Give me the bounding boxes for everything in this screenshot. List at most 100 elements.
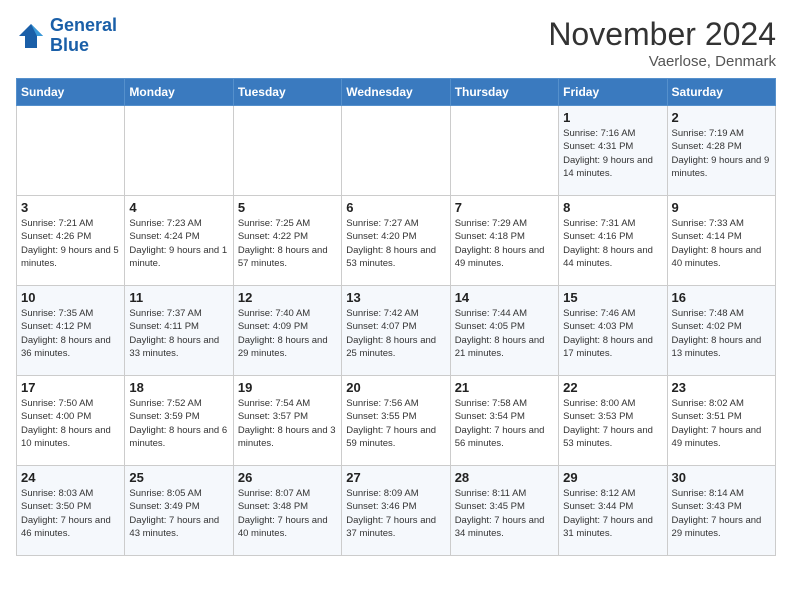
- calendar-cell: 19 Sunrise: 7:54 AM Sunset: 3:57 PM Dayli…: [233, 376, 341, 466]
- weekday-header-friday: Friday: [559, 79, 667, 106]
- calendar-cell: 17Sunrise: 7:50 AM Sunset: 4:00 PM Dayli…: [17, 376, 125, 466]
- day-number: 24: [21, 470, 120, 485]
- day-number: 27: [346, 470, 445, 485]
- day-info: Sunrise: 8:11 AM Sunset: 3:45 PM Dayligh…: [455, 487, 554, 540]
- day-info: Sunrise: 8:05 AM Sunset: 3:49 PM Dayligh…: [129, 487, 228, 540]
- weekday-header-wednesday: Wednesday: [342, 79, 450, 106]
- day-number: 9: [672, 200, 771, 215]
- day-number: 30: [672, 470, 771, 485]
- calendar-cell: 27 Sunrise: 8:09 AM Sunset: 3:46 PM Dayli…: [342, 466, 450, 556]
- logo-text: General Blue: [50, 16, 117, 56]
- calendar-cell: 8 Sunrise: 7:31 AM Sunset: 4:16 PM Daylig…: [559, 196, 667, 286]
- calendar-cell: 10 Sunrise: 7:35 AM Sunset: 4:12 PM Dayli…: [17, 286, 125, 376]
- day-number: 5: [238, 200, 337, 215]
- day-info: Sunrise: 7:40 AM Sunset: 4:09 PM Dayligh…: [238, 307, 337, 360]
- day-number: 19: [238, 380, 337, 395]
- week-row-5: 24 Sunrise: 8:03 AM Sunset: 3:50 PM Dayli…: [17, 466, 776, 556]
- day-info: Sunrise: 7:46 AM Sunset: 4:03 PM Dayligh…: [563, 307, 662, 360]
- logo-line1: General: [50, 16, 117, 36]
- day-info: Sunrise: 7:16 AM Sunset: 4:31 PM Dayligh…: [563, 127, 662, 180]
- calendar-cell: 12 Sunrise: 7:40 AM Sunset: 4:09 PM Dayli…: [233, 286, 341, 376]
- calendar-cell: 23Sunrise: 8:02 AM Sunset: 3:51 PM Dayli…: [667, 376, 775, 466]
- calendar-cell: 24 Sunrise: 8:03 AM Sunset: 3:50 PM Dayli…: [17, 466, 125, 556]
- weekday-header-sunday: Sunday: [17, 79, 125, 106]
- day-info: Sunrise: 8:09 AM Sunset: 3:46 PM Dayligh…: [346, 487, 445, 540]
- weekday-header-row: SundayMondayTuesdayWednesdayThursdayFrid…: [17, 79, 776, 106]
- weekday-header-saturday: Saturday: [667, 79, 775, 106]
- calendar-table: SundayMondayTuesdayWednesdayThursdayFrid…: [16, 78, 776, 556]
- day-info: Sunrise: 7:31 AM Sunset: 4:16 PM Dayligh…: [563, 217, 662, 270]
- calendar-cell: 13 Sunrise: 7:42 AM Sunset: 4:07 PM Dayli…: [342, 286, 450, 376]
- day-number: 10: [21, 290, 120, 305]
- day-number: 4: [129, 200, 228, 215]
- title-section: November 2024 Vaerlose, Denmark: [548, 16, 776, 70]
- calendar-cell: 14Sunrise: 7:44 AM Sunset: 4:05 PM Dayli…: [450, 286, 558, 376]
- day-number: 16: [672, 290, 771, 305]
- day-number: 22: [563, 380, 662, 395]
- day-number: 20: [346, 380, 445, 395]
- day-number: 29: [563, 470, 662, 485]
- day-info: Sunrise: 8:03 AM Sunset: 3:50 PM Dayligh…: [21, 487, 120, 540]
- calendar-cell: 18 Sunrise: 7:52 AM Sunset: 3:59 PM Dayli…: [125, 376, 233, 466]
- day-number: 26: [238, 470, 337, 485]
- calendar-cell: 7 Sunrise: 7:29 AM Sunset: 4:18 PM Daylig…: [450, 196, 558, 286]
- weekday-header-thursday: Thursday: [450, 79, 558, 106]
- calendar-cell: [450, 106, 558, 196]
- logo-icon: [16, 21, 46, 51]
- day-info: Sunrise: 7:23 AM Sunset: 4:24 PM Dayligh…: [129, 217, 228, 270]
- day-number: 21: [455, 380, 554, 395]
- calendar-cell: 25 Sunrise: 8:05 AM Sunset: 3:49 PM Dayli…: [125, 466, 233, 556]
- week-row-2: 3Sunrise: 7:21 AM Sunset: 4:26 PM Daylig…: [17, 196, 776, 286]
- day-info: Sunrise: 7:48 AM Sunset: 4:02 PM Dayligh…: [672, 307, 771, 360]
- day-number: 13: [346, 290, 445, 305]
- day-info: Sunrise: 8:02 AM Sunset: 3:51 PM Dayligh…: [672, 397, 771, 450]
- weekday-header-tuesday: Tuesday: [233, 79, 341, 106]
- calendar-cell: 2 Sunrise: 7:19 AM Sunset: 4:28 PM Daylig…: [667, 106, 775, 196]
- calendar-cell: 3Sunrise: 7:21 AM Sunset: 4:26 PM Daylig…: [17, 196, 125, 286]
- day-info: Sunrise: 7:52 AM Sunset: 3:59 PM Dayligh…: [129, 397, 228, 450]
- day-number: 18: [129, 380, 228, 395]
- calendar-cell: 20 Sunrise: 7:56 AM Sunset: 3:55 PM Dayli…: [342, 376, 450, 466]
- calendar-cell: 11Sunrise: 7:37 AM Sunset: 4:11 PM Dayli…: [125, 286, 233, 376]
- day-info: Sunrise: 7:37 AM Sunset: 4:11 PM Dayligh…: [129, 307, 228, 360]
- day-number: 8: [563, 200, 662, 215]
- day-number: 12: [238, 290, 337, 305]
- calendar-cell: 6 Sunrise: 7:27 AM Sunset: 4:20 PM Daylig…: [342, 196, 450, 286]
- calendar-cell: [233, 106, 341, 196]
- day-info: Sunrise: 7:42 AM Sunset: 4:07 PM Dayligh…: [346, 307, 445, 360]
- calendar-cell: 29 Sunrise: 8:12 AM Sunset: 3:44 PM Dayli…: [559, 466, 667, 556]
- day-number: 6: [346, 200, 445, 215]
- week-row-1: 1 Sunrise: 7:16 AM Sunset: 4:31 PM Daylig…: [17, 106, 776, 196]
- logo: General Blue: [16, 16, 117, 56]
- day-number: 28: [455, 470, 554, 485]
- day-number: 25: [129, 470, 228, 485]
- calendar-cell: 26 Sunrise: 8:07 AM Sunset: 3:48 PM Dayli…: [233, 466, 341, 556]
- week-row-4: 17Sunrise: 7:50 AM Sunset: 4:00 PM Dayli…: [17, 376, 776, 466]
- calendar-cell: 30 Sunrise: 8:14 AM Sunset: 3:43 PM Dayli…: [667, 466, 775, 556]
- day-number: 15: [563, 290, 662, 305]
- day-info: Sunrise: 7:56 AM Sunset: 3:55 PM Dayligh…: [346, 397, 445, 450]
- day-info: Sunrise: 7:33 AM Sunset: 4:14 PM Dayligh…: [672, 217, 771, 270]
- day-number: 1: [563, 110, 662, 125]
- header: General Blue November 2024 Vaerlose, Den…: [16, 16, 776, 70]
- day-number: 3: [21, 200, 120, 215]
- day-info: Sunrise: 8:12 AM Sunset: 3:44 PM Dayligh…: [563, 487, 662, 540]
- day-info: Sunrise: 7:35 AM Sunset: 4:12 PM Dayligh…: [21, 307, 120, 360]
- calendar-cell: 5Sunrise: 7:25 AM Sunset: 4:22 PM Daylig…: [233, 196, 341, 286]
- day-number: 2: [672, 110, 771, 125]
- day-info: Sunrise: 7:58 AM Sunset: 3:54 PM Dayligh…: [455, 397, 554, 450]
- calendar-cell: [342, 106, 450, 196]
- week-row-3: 10 Sunrise: 7:35 AM Sunset: 4:12 PM Dayli…: [17, 286, 776, 376]
- day-info: Sunrise: 7:29 AM Sunset: 4:18 PM Dayligh…: [455, 217, 554, 270]
- day-info: Sunrise: 7:54 AM Sunset: 3:57 PM Dayligh…: [238, 397, 337, 450]
- day-number: 7: [455, 200, 554, 215]
- day-info: Sunrise: 7:50 AM Sunset: 4:00 PM Dayligh…: [21, 397, 120, 450]
- logo-line2: Blue: [50, 36, 117, 56]
- day-info: Sunrise: 8:07 AM Sunset: 3:48 PM Dayligh…: [238, 487, 337, 540]
- location-title: Vaerlose, Denmark: [548, 53, 776, 70]
- day-info: Sunrise: 7:19 AM Sunset: 4:28 PM Dayligh…: [672, 127, 771, 180]
- day-info: Sunrise: 8:14 AM Sunset: 3:43 PM Dayligh…: [672, 487, 771, 540]
- day-number: 14: [455, 290, 554, 305]
- calendar-cell: 21 Sunrise: 7:58 AM Sunset: 3:54 PM Dayli…: [450, 376, 558, 466]
- day-info: Sunrise: 7:27 AM Sunset: 4:20 PM Dayligh…: [346, 217, 445, 270]
